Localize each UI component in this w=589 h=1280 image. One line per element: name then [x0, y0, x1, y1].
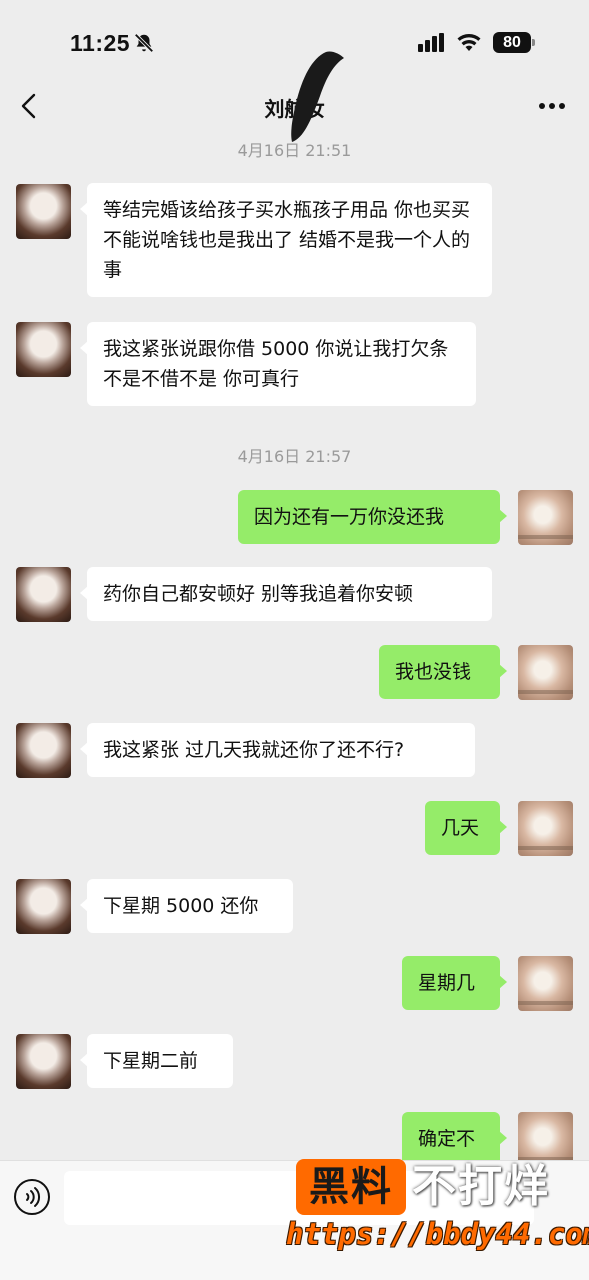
message-bubble-outgoing[interactable]: 星期几 [402, 956, 507, 1010]
wifi-icon [457, 34, 481, 51]
timestamp: 4月16日 21:51 [237, 141, 352, 160]
contact-avatar[interactable] [16, 1034, 71, 1089]
message-bubble-outgoing[interactable]: 因为还有一万你没还我 [238, 490, 507, 544]
message-bubble-outgoing[interactable]: 我也没钱 [379, 645, 507, 699]
signal-icon [418, 33, 446, 52]
bell-slash-icon [134, 33, 154, 53]
timestamp: 4月16日 21:57 [237, 447, 352, 466]
more-dots-icon[interactable] [538, 102, 566, 110]
redaction-scribble [291, 51, 344, 142]
status-time: 11:25 [70, 30, 131, 56]
message-bubble-incoming[interactable]: 等结完婚该给孩子买水瓶孩子用品 你也买买 不能说啥钱也是我出了 结婚不是我一个人… [80, 183, 492, 297]
message-bubble-incoming[interactable]: 下星期二前 [80, 1034, 233, 1088]
my-avatar[interactable] [518, 490, 573, 545]
my-avatar[interactable] [518, 801, 573, 856]
contact-avatar[interactable] [16, 879, 71, 934]
battery-icon: 80 [493, 32, 535, 53]
message-bubble-outgoing[interactable]: 几天 [425, 801, 507, 855]
message-bubble-incoming[interactable]: 我这紧张说跟你借 5000 你说让我打欠条不是不借不是 你可真行 [80, 322, 476, 406]
my-avatar[interactable] [518, 956, 573, 1011]
watermark-badge: 黑料 [296, 1159, 406, 1215]
contact-avatar[interactable] [16, 322, 71, 377]
message-bubble-incoming[interactable]: 下星期 5000 还你 [80, 879, 293, 933]
contact-avatar[interactable] [16, 723, 71, 778]
message-bubble-incoming[interactable]: 我这紧张 过几天我就还你了还不行? [80, 723, 475, 777]
watermark: 黑料 不打烊 https://bbdy44.com [286, 1155, 589, 1275]
message-bubble-incoming[interactable]: 药你自己都安顿好 别等我追着你安顿 [80, 567, 492, 621]
contact-avatar[interactable] [16, 567, 71, 622]
voice-icon[interactable] [13, 1178, 51, 1216]
watermark-text: 不打烊 [412, 1161, 550, 1212]
my-avatar[interactable] [518, 645, 573, 700]
watermark-url: https://bbdy44.com [286, 1217, 589, 1251]
contact-avatar[interactable] [16, 184, 71, 239]
